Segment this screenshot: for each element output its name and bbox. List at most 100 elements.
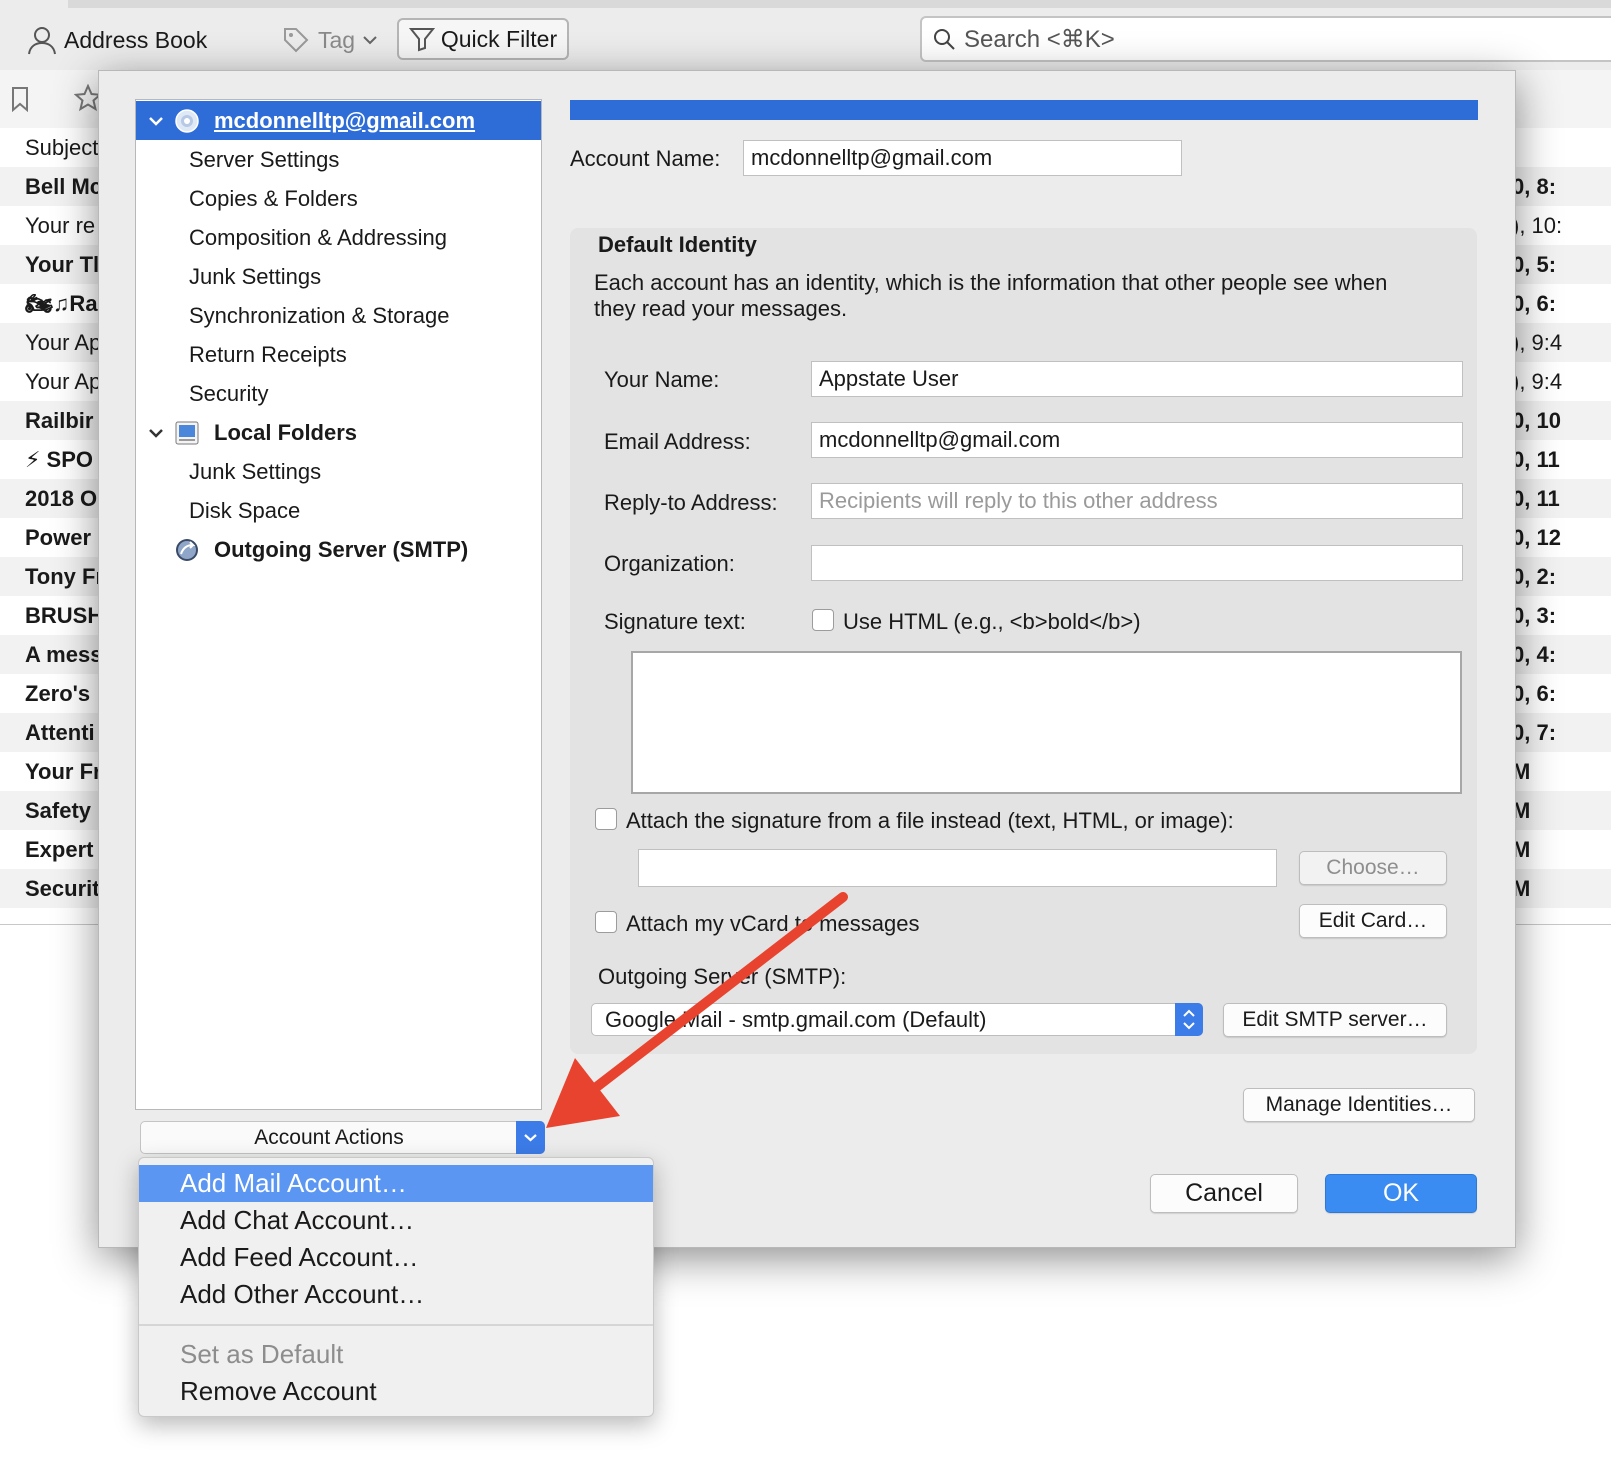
tree-item-label: Composition & Addressing (189, 225, 448, 250)
message-date: 0, 8: (1512, 174, 1557, 199)
message-subject: Your Ap (25, 369, 102, 394)
quick-filter-button[interactable]: Quick Filter (397, 18, 569, 60)
search-placeholder: Search <⌘K> (964, 25, 1115, 53)
menu-item-add-other-account[interactable]: Add Other Account… (139, 1276, 653, 1313)
chevron-down-icon[interactable] (516, 1121, 545, 1154)
outgoing-server-select[interactable]: Google Mail - smtp.gmail.com (Default) (591, 1003, 1203, 1036)
tree-item[interactable]: Composition & Addressing (136, 218, 541, 257)
tree-item[interactable]: Junk Settings (136, 257, 541, 296)
tree-item[interactable]: Server Settings (136, 140, 541, 179)
message-subject: Tony Fr (25, 564, 105, 589)
outgoing-server-smtp-label: Outgoing Server (SMTP): (598, 964, 847, 989)
chevron-down-icon (363, 35, 377, 45)
choose-button[interactable]: Choose… (1299, 851, 1447, 885)
account-name-label: Account Name: (570, 146, 721, 171)
tree-item-label: Server Settings (189, 147, 340, 172)
edit-smtp-server-label: Edit SMTP server… (1242, 1008, 1428, 1031)
message-date: 0, 7: (1512, 720, 1557, 745)
cancel-button-label: Cancel (1185, 1179, 1263, 1207)
your-name-label: Your Name: (604, 367, 720, 392)
tree-item-label: Security (189, 381, 269, 406)
organization-label: Organization: (604, 551, 735, 576)
attach-vcard-checkbox[interactable] (595, 911, 617, 933)
your-name-value: Appstate User (819, 366, 959, 391)
tree-item[interactable]: Copies & Folders (136, 179, 541, 218)
attach-vcard-label: Attach my vCard to messages (626, 911, 920, 936)
signature-textarea[interactable] (631, 651, 1462, 794)
edit-smtp-server-button[interactable]: Edit SMTP server… (1223, 1003, 1447, 1037)
reply-to-input[interactable]: Recipients will reply to this other addr… (811, 483, 1463, 519)
message-date: 0, 12 (1512, 525, 1561, 550)
tree-local-folders[interactable]: Local Folders (136, 413, 541, 452)
tree-item[interactable]: Security (136, 374, 541, 413)
account-name-value: mcdonnelltp@gmail.com (751, 145, 993, 170)
menu-item-set-as-default: Set as Default (139, 1336, 653, 1373)
tree-item[interactable]: Return Receipts (136, 335, 541, 374)
address-book-button[interactable]: Address Book (26, 16, 207, 64)
message-subject: Attenti (25, 720, 95, 745)
ok-button[interactable]: OK (1325, 1174, 1477, 1213)
your-name-input[interactable]: Appstate User (811, 361, 1463, 397)
default-identity-title: Default Identity (598, 232, 757, 257)
search-input[interactable]: Search <⌘K> (920, 16, 1611, 62)
menu-item-label: Add Mail Account… (180, 1168, 407, 1198)
tree-item[interactable]: Disk Space (136, 491, 541, 530)
message-subject: Securit (25, 876, 100, 901)
menu-item-add-chat-account[interactable]: Add Chat Account… (139, 1202, 653, 1239)
use-html-checkbox[interactable] (812, 609, 834, 631)
search-icon (932, 27, 956, 51)
menu-item-remove-account[interactable]: Remove Account (139, 1373, 653, 1410)
tree-item-label: Disk Space (189, 498, 301, 523)
cancel-button[interactable]: Cancel (1150, 1174, 1298, 1213)
email-address-value: mcdonnelltp@gmail.com (819, 427, 1061, 452)
menu-item-label: Set as Default (180, 1339, 344, 1369)
account-actions-button[interactable]: Account Actions (140, 1121, 545, 1154)
tree-outgoing-server[interactable]: Outgoing Server (SMTP) (136, 530, 541, 569)
message-subject: Your re (25, 213, 96, 238)
message-subject: 2018 O (25, 486, 98, 511)
signature-file-input[interactable] (638, 849, 1277, 887)
message-subject: Your Ap (25, 330, 102, 355)
message-date: 0, 10 (1512, 408, 1561, 433)
edit-card-button[interactable]: Edit Card… (1299, 904, 1447, 938)
account-name-input[interactable]: mcdonnelltp@gmail.com (743, 140, 1182, 176)
address-book-icon (26, 24, 58, 56)
tab-strip (68, 0, 1611, 8)
message-subject: 🏍♫Ra (25, 291, 98, 316)
organization-input[interactable] (811, 545, 1463, 581)
bookmark-icon[interactable] (10, 86, 30, 112)
menu-item-add-mail-account[interactable]: Add Mail Account… (139, 1165, 653, 1202)
progress-bar (570, 100, 1478, 120)
quick-filter-label: Quick Filter (440, 25, 558, 52)
menu-item-add-feed-account[interactable]: Add Feed Account… (139, 1239, 653, 1276)
chevron-down-icon[interactable] (146, 423, 166, 443)
edit-card-button-label: Edit Card… (1318, 909, 1428, 932)
reply-to-placeholder: Recipients will reply to this other addr… (819, 488, 1218, 513)
email-address-input[interactable]: mcdonnelltp@gmail.com (811, 422, 1463, 458)
message-subject: ⚡ SPO (25, 447, 94, 472)
account-tree: mcdonnelltp@gmail.com Server Settings Cop… (135, 99, 542, 1110)
chevron-updown-icon (1175, 1003, 1203, 1036)
main-toolbar: Address Book Tag Quick Filter Search <⌘K… (0, 0, 1611, 71)
menu-item-label: Remove Account (180, 1376, 377, 1406)
account-actions-menu: Add Mail Account… Add Chat Account… Add … (138, 1157, 654, 1417)
tree-item-label: Copies & Folders (189, 186, 358, 211)
attach-signature-checkbox[interactable] (595, 808, 617, 830)
manage-identities-button[interactable]: Manage Identities… (1243, 1088, 1475, 1122)
chevron-down-icon[interactable] (146, 111, 166, 131)
email-address-label: Email Address: (604, 429, 751, 454)
message-date: 0, 4: (1512, 642, 1557, 667)
tree-item[interactable]: Synchronization & Storage (136, 296, 541, 335)
outgoing-server-label: Outgoing Server (SMTP) (214, 537, 469, 562)
message-subject: Your Fr (25, 759, 102, 784)
message-subject: BRUSH (25, 603, 104, 628)
tree-account-gmail[interactable]: mcdonnelltp@gmail.com (136, 101, 541, 140)
message-subject: Bell Mc (25, 174, 103, 199)
tree-item[interactable]: Junk Settings (136, 452, 541, 491)
message-date: 0, 6: (1512, 681, 1557, 706)
address-book-label: Address Book (64, 26, 208, 53)
tag-button[interactable]: Tag (282, 16, 377, 64)
manage-identities-label: Manage Identities… (1265, 1093, 1453, 1116)
reply-to-label: Reply-to Address: (604, 490, 778, 515)
message-subject: A mess (25, 642, 103, 667)
